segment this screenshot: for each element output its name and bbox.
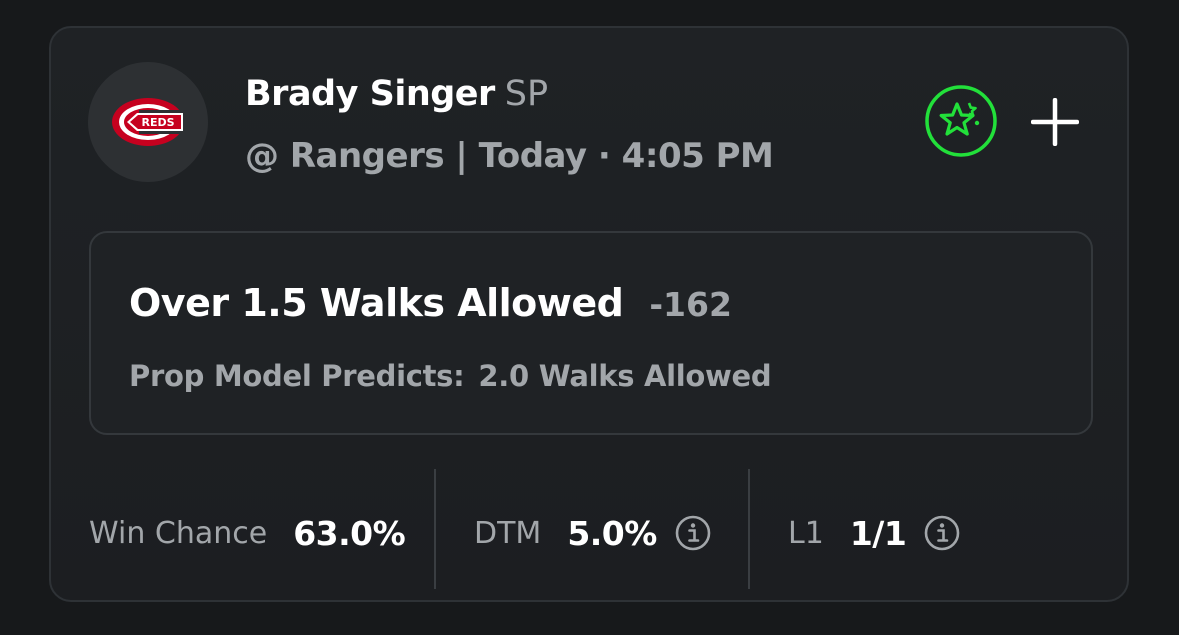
stat-value: 1/1: [849, 513, 907, 553]
stat-win-chance: Win Chance 63.0%: [89, 509, 406, 557]
info-icon[interactable]: [924, 515, 960, 551]
stats-row: Win Chance 63.0% DTM 5.0% L1 1/1: [51, 469, 1127, 591]
team-logo: REDS: [88, 62, 208, 182]
prop-model-label: Prop Model Predicts:: [129, 359, 465, 393]
stat-l1: L1 1/1: [788, 509, 960, 557]
reds-logo-icon: REDS: [112, 98, 187, 146]
player-prop-card: REDS Brady Singer SP @ Rangers | Today · …: [49, 26, 1129, 602]
add-button[interactable]: [1029, 96, 1081, 148]
stat-label: DTM: [474, 515, 542, 551]
reds-logo-text: REDS: [141, 116, 174, 129]
prop-model-value: 2.0 Walks Allowed: [478, 359, 772, 393]
star-in-circle-icon: [925, 85, 997, 157]
player-header: Brady Singer SP: [245, 70, 548, 118]
stat-label: L1: [788, 515, 824, 551]
stat-value: 5.0%: [567, 513, 657, 553]
stat-divider: [434, 469, 436, 589]
stat-label: Win Chance: [89, 515, 268, 551]
prop-model-prediction: Prop Model Predicts: 2.0 Walks Allowed: [129, 357, 772, 395]
game-info: @ Rangers | Today · 4:05 PM: [245, 136, 774, 176]
prop-odds: -162: [649, 285, 732, 324]
info-icon[interactable]: [675, 515, 711, 551]
plus-icon: [1031, 98, 1079, 146]
stat-divider: [748, 469, 750, 589]
prop-title: Over 1.5 Walks Allowed: [129, 281, 624, 325]
player-position: SP: [504, 74, 549, 114]
stat-value: 63.0%: [293, 513, 406, 553]
prop-box[interactable]: Over 1.5 Walks Allowed -162 Prop Model Pr…: [89, 231, 1093, 435]
player-name[interactable]: Brady Singer: [245, 74, 495, 114]
stat-dtm: DTM 5.0%: [474, 509, 711, 557]
prop-title-row: Over 1.5 Walks Allowed -162: [129, 279, 732, 329]
favorite-button[interactable]: [924, 84, 998, 158]
